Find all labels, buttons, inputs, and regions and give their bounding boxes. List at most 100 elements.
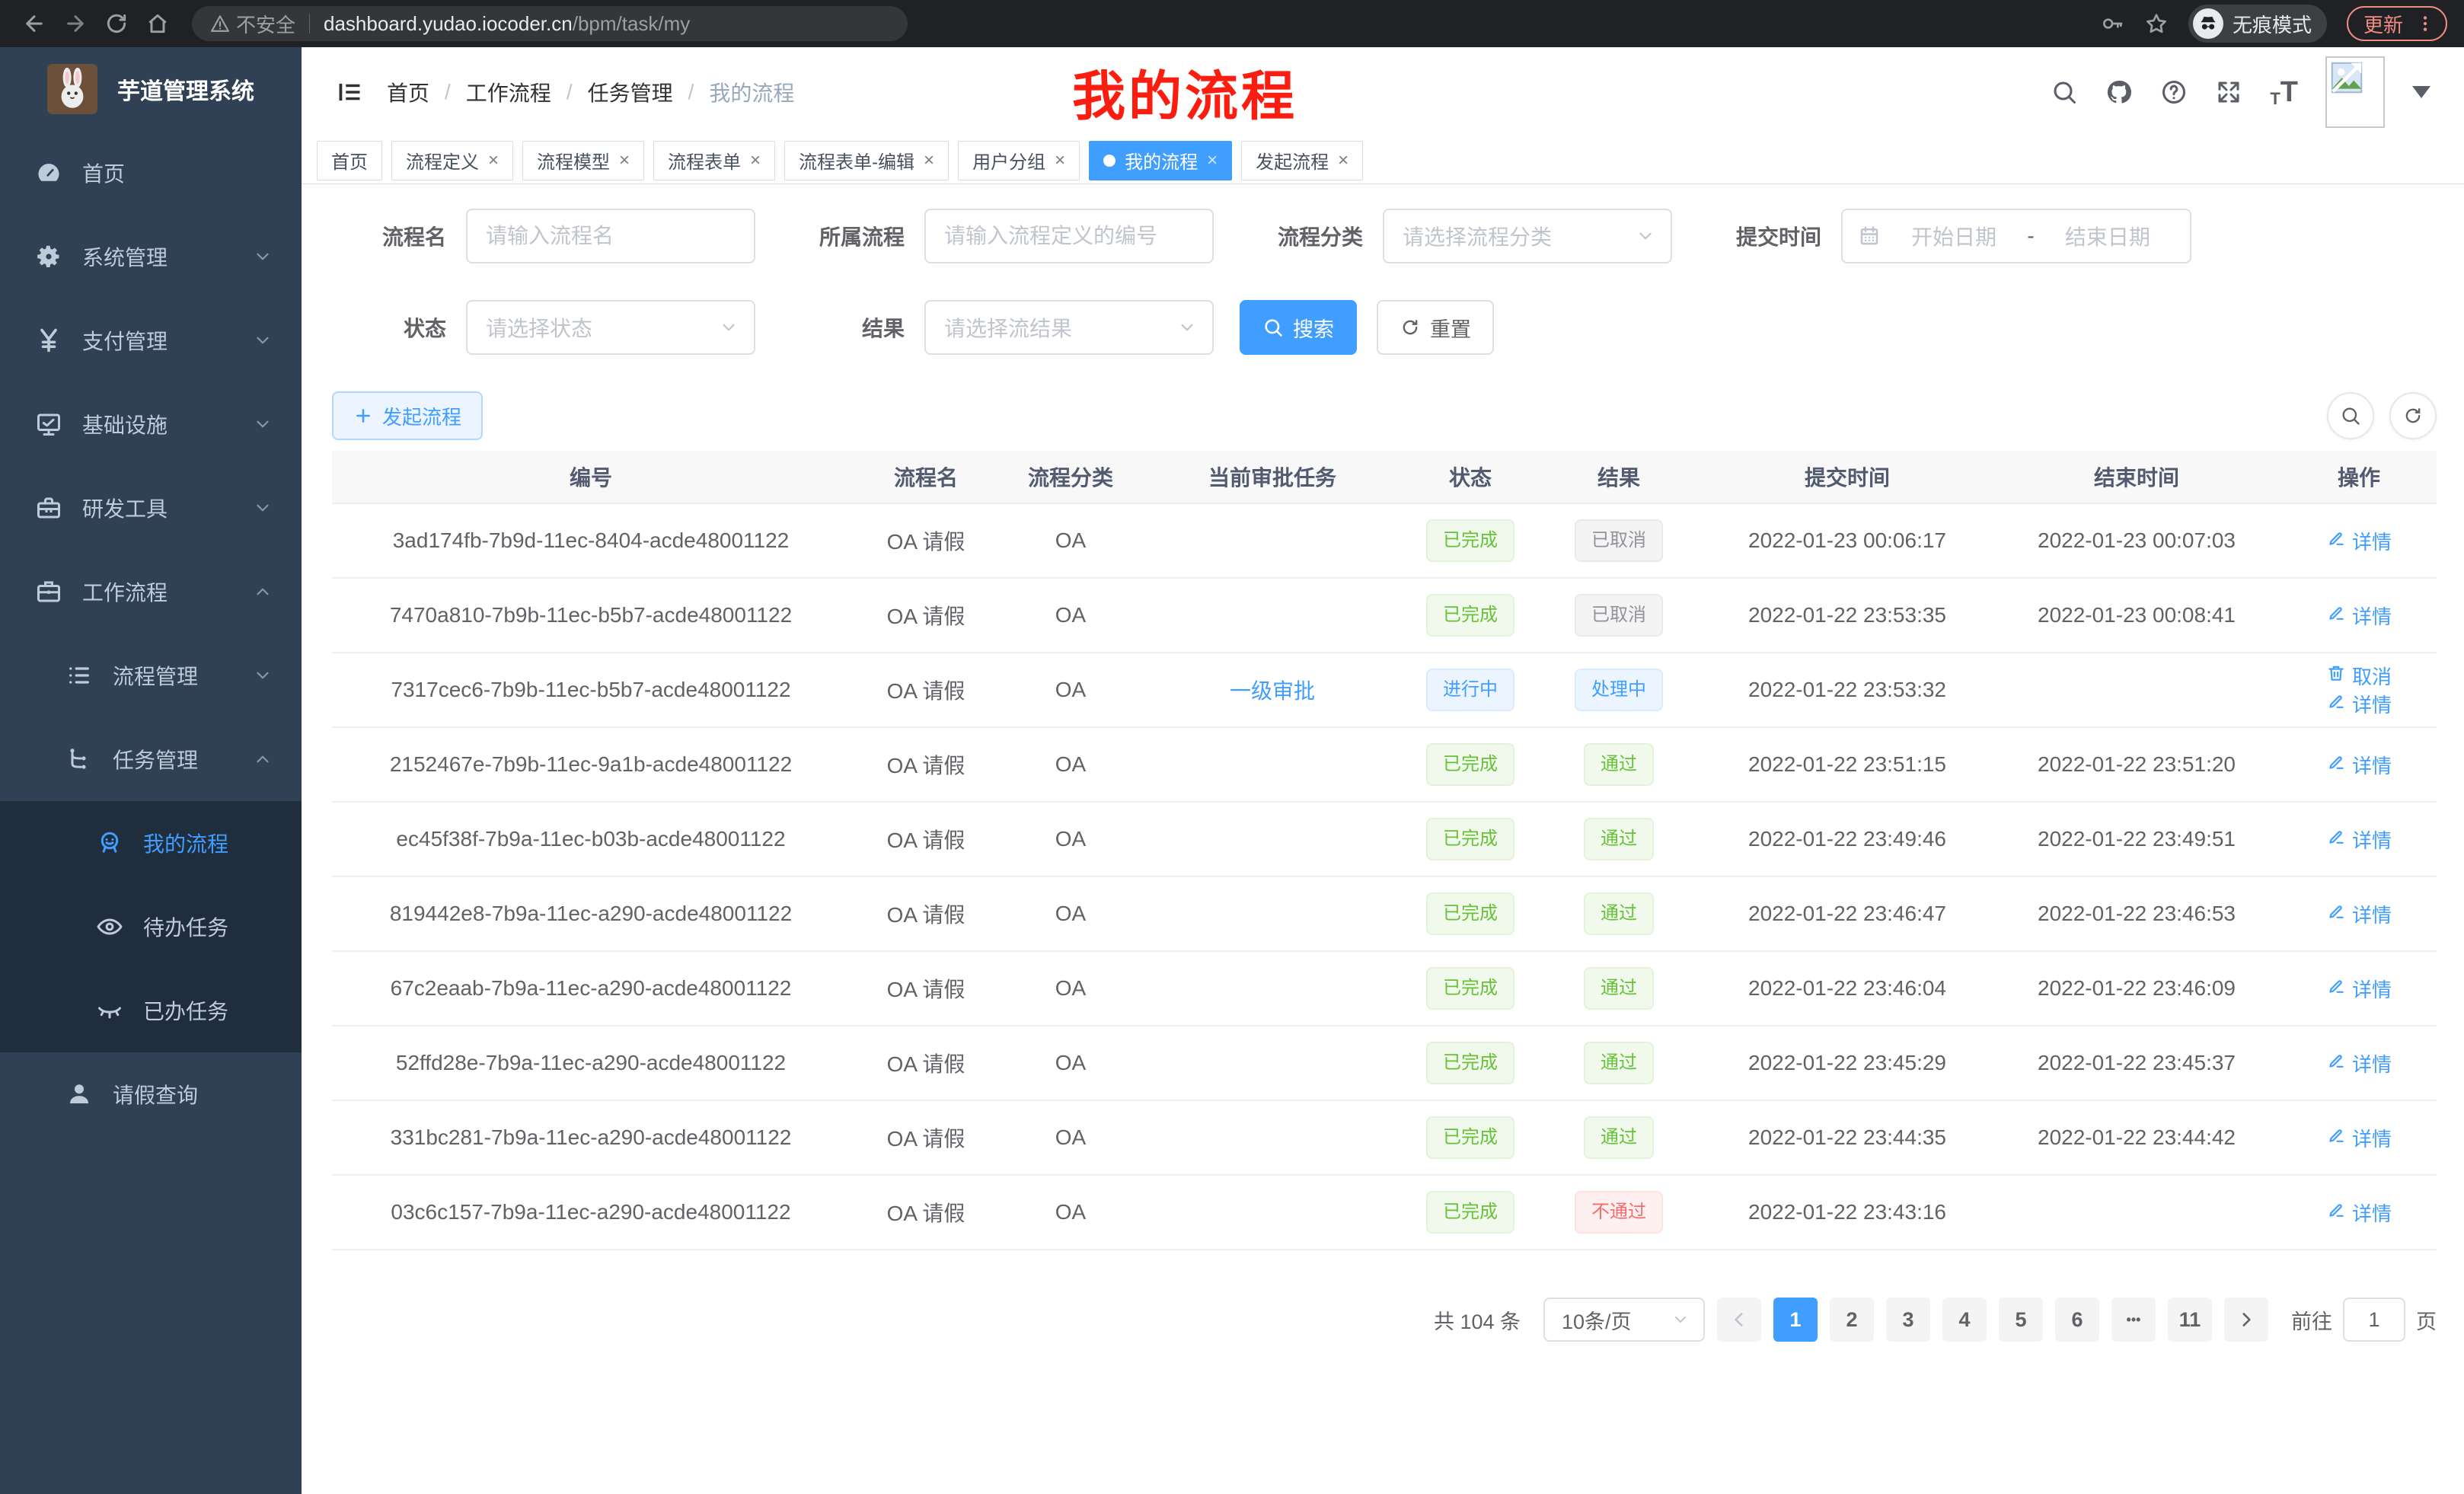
eye-icon [96,913,123,940]
process-name-input[interactable] [466,209,755,263]
submit-time-cell: 2022-01-22 23:43:16 [1703,1200,1992,1224]
detail-link[interactable]: 详情 [2326,900,2392,928]
sidebar-item[interactable]: 首页 [0,131,302,215]
sidebar-item[interactable]: 支付管理 [0,298,302,382]
detail-link[interactable]: 详情 [2326,751,2392,779]
tab-item[interactable]: 流程定义× [391,141,513,180]
forward-icon[interactable] [58,6,93,41]
tab-item[interactable]: 首页 [317,141,382,180]
sidebar-item[interactable]: 系统管理 [0,215,302,298]
home-icon[interactable] [140,6,175,41]
detail-link[interactable]: 详情 [2326,527,2392,555]
avatar[interactable] [2325,56,2385,128]
breadcrumb-item: 我的流程 [709,77,794,107]
process-definition-input[interactable] [924,209,1214,263]
sidebar-item[interactable]: 流程管理 [0,634,302,717]
app-logo[interactable]: 芋道管理系统 [0,47,302,131]
more-pages-button[interactable]: ••• [2111,1298,2156,1342]
submit-time-cell: 2022-01-22 23:49:46 [1703,827,1992,851]
github-icon[interactable] [2105,78,2133,106]
detail-link[interactable]: 详情 [2326,1199,2392,1227]
detail-link[interactable]: 详情 [2326,975,2392,1003]
cancel-link[interactable]: 取消 [2326,662,2392,690]
tab-active[interactable]: 我的流程× [1089,141,1232,180]
page-button[interactable]: 3 [1886,1298,1930,1342]
reload-icon[interactable] [99,6,134,41]
close-tab-icon[interactable]: × [619,152,630,170]
result-cell: 不通过 [1535,1191,1703,1234]
page-button[interactable]: 11 [2168,1298,2212,1342]
page-button[interactable]: 2 [1830,1298,1874,1342]
font-size-icon[interactable]: TT [2270,76,2298,109]
breadcrumb-item[interactable]: 工作流程 [466,77,551,107]
status-cell: 已完成 [1406,967,1535,1010]
next-page-button[interactable] [2224,1298,2268,1342]
sidebar-item[interactable]: 基础设施 [0,382,302,466]
sidebar-item-label: 首页 [82,158,125,188]
bookmark-star-icon[interactable] [2144,11,2169,36]
sidebar-item[interactable]: 待办任务 [0,885,302,969]
detail-link[interactable]: 详情 [2326,690,2392,718]
category-select[interactable]: 请选择流程分类 [1383,209,1672,263]
tab-label: 首页 [331,147,368,174]
list-icon [65,662,93,689]
sidebar-item[interactable]: 工作流程 [0,550,302,634]
process-id-cell: 3ad174fb-7b9d-11ec-8404-acde48001122 [332,528,850,553]
active-dot [1103,155,1116,167]
help-icon[interactable] [2160,78,2188,106]
sidebar-fold-icon[interactable] [335,78,364,107]
avatar-caret-icon[interactable] [2412,86,2430,98]
toggle-search-button[interactable] [2327,392,2374,439]
page-size-select[interactable]: 10条/页 [1543,1298,1705,1342]
close-tab-icon[interactable]: × [488,152,499,170]
close-tab-icon[interactable]: × [924,152,934,170]
fullscreen-icon[interactable] [2215,78,2242,106]
close-tab-icon[interactable]: × [1055,152,1065,170]
search-icon[interactable] [2051,78,2078,106]
goto-page-input[interactable] [2343,1298,2405,1342]
url-divider [309,14,310,34]
sidebar-item[interactable]: 我的流程 [0,801,302,885]
refresh-table-button[interactable] [2389,392,2437,439]
back-icon[interactable] [17,6,52,41]
end-time-cell: 2022-01-22 23:51:20 [1992,752,2281,777]
search-button[interactable]: 搜索 [1240,300,1357,355]
tab-item[interactable]: 流程模型× [522,141,644,180]
result-select[interactable]: 请选择流结果 [924,300,1214,355]
create-process-button[interactable]: 发起流程 [332,391,483,440]
detail-link[interactable]: 详情 [2326,1124,2392,1152]
detail-link[interactable]: 详情 [2326,825,2392,854]
close-tab-icon[interactable]: × [750,152,761,170]
detail-link[interactable]: 详情 [2326,1049,2392,1077]
close-tab-icon[interactable]: × [1207,152,1218,170]
process-id-cell: ec45f38f-7b9a-11ec-b03b-acde48001122 [332,827,850,851]
sidebar-item[interactable]: 任务管理 [0,717,302,801]
breadcrumb-item[interactable]: 首页 [387,77,429,107]
action-label: 详情 [2352,900,2392,928]
breadcrumb-item[interactable]: 任务管理 [588,77,673,107]
password-key-icon[interactable] [2100,11,2124,36]
tab-item[interactable]: 发起流程× [1241,141,1363,180]
close-tab-icon[interactable]: × [1338,152,1348,170]
reset-button[interactable]: 重置 [1377,300,1494,355]
page-button[interactable]: 5 [1999,1298,2043,1342]
page-button[interactable]: 1 [1773,1298,1818,1342]
detail-link[interactable]: 详情 [2326,602,2392,630]
sidebar-item[interactable]: 请假查询 [0,1052,302,1136]
tab-item[interactable]: 用户分组× [958,141,1080,180]
tab-item[interactable]: 流程表单-编辑× [784,141,949,180]
submit-time-range-picker[interactable]: 开始日期 - 结束日期 [1841,209,2191,263]
not-secure-warning-icon[interactable]: 不安全 [210,10,295,38]
address-bar[interactable]: 不安全 dashboard.yudao.iocoder.cn/bpm/task/… [192,6,908,41]
task-link[interactable]: 一级审批 [1230,679,1315,703]
action-label: 详情 [2352,1199,2392,1227]
tab-item[interactable]: 流程表单× [653,141,775,180]
sidebar-menu: 首页系统管理支付管理基础设施研发工具工作流程流程管理任务管理我的流程待办任务已办… [0,131,302,1136]
sidebar-item[interactable]: 研发工具 [0,466,302,550]
sidebar-item[interactable]: 已办任务 [0,969,302,1052]
update-button[interactable]: 更新 [2347,6,2447,41]
page-button[interactable]: 4 [1942,1298,1987,1342]
status-select[interactable]: 请选择状态 [466,300,755,355]
page-button[interactable]: 6 [2055,1298,2099,1342]
prev-page-button[interactable] [1717,1298,1761,1342]
